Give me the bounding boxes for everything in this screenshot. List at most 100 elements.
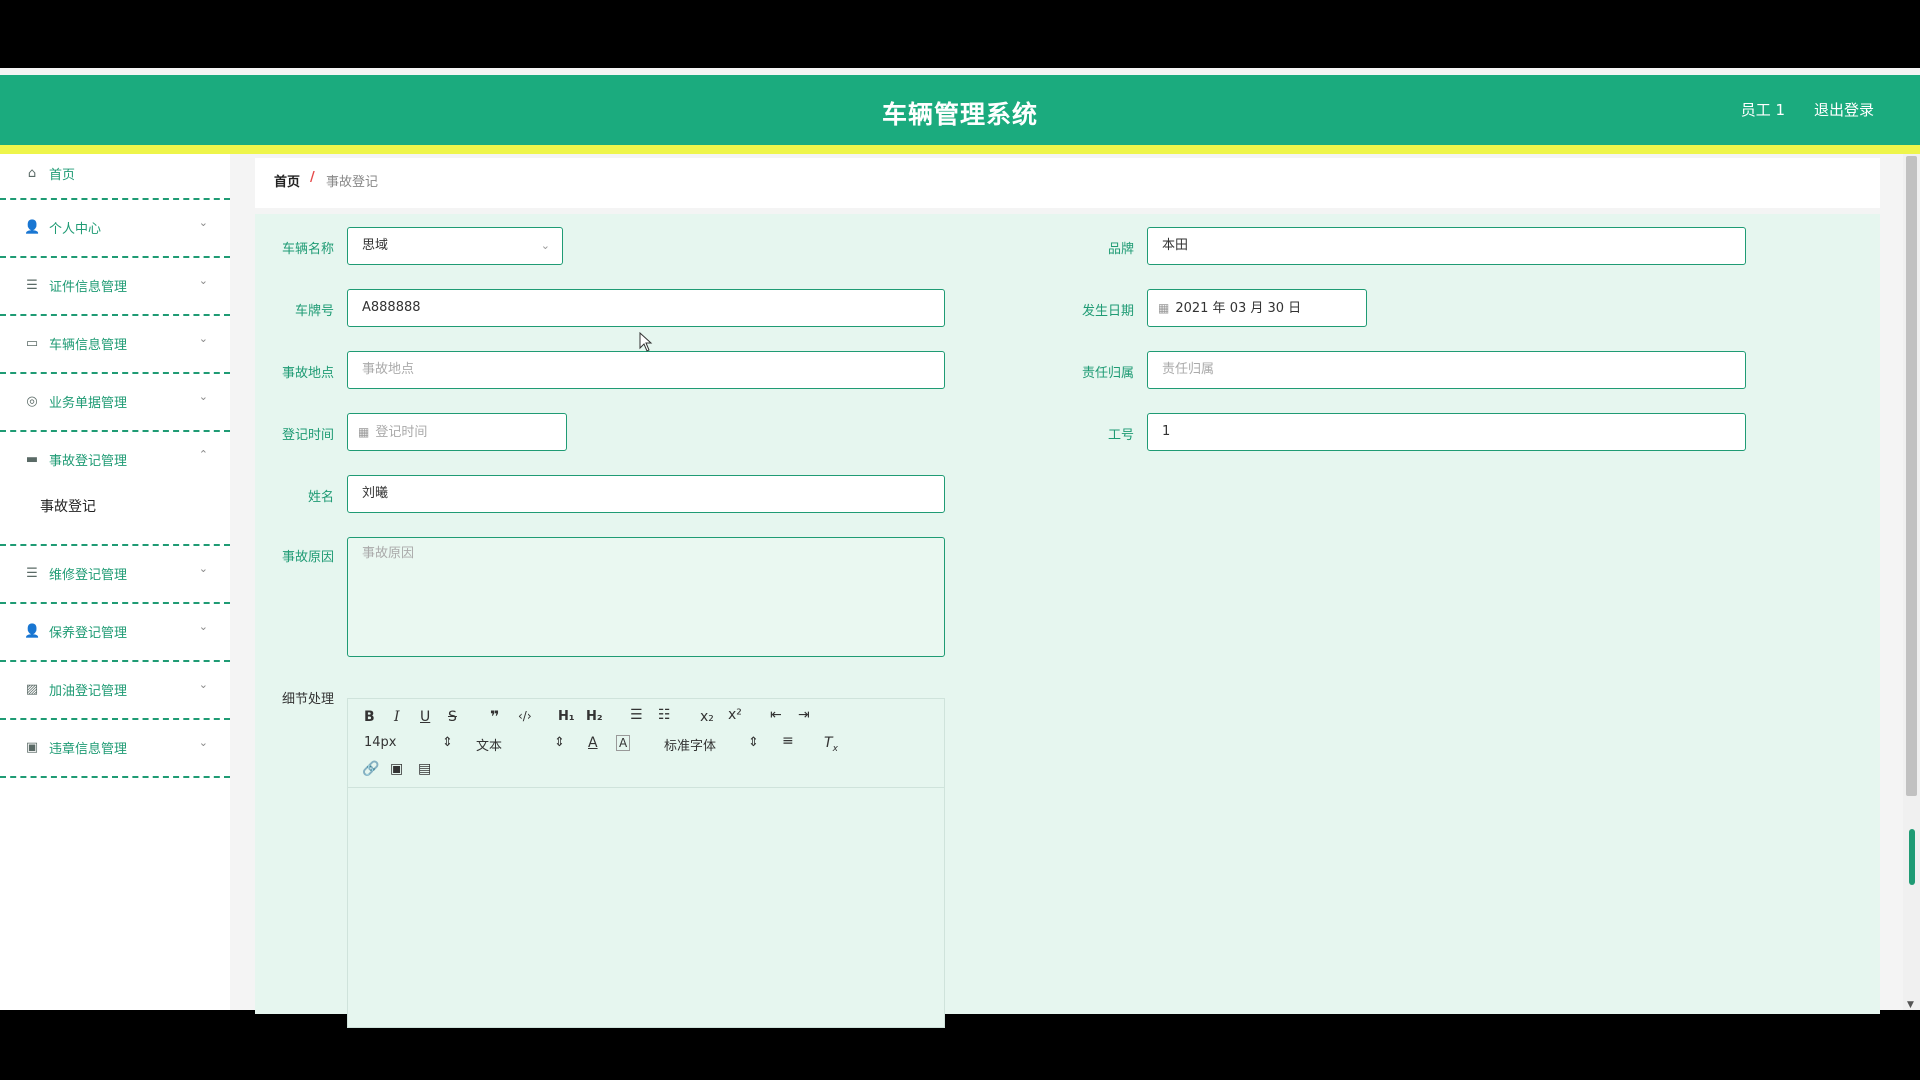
reg-time-placeholder: 登记时间: [375, 425, 428, 440]
breadcrumb-current: 事故登记: [326, 175, 379, 190]
bold-button[interactable]: B: [364, 709, 375, 725]
ordered-list-icon[interactable]: ☰: [630, 707, 643, 723]
vehicle-name-select[interactable]: 思域 ⌄: [347, 227, 563, 265]
editor-content[interactable]: [348, 788, 944, 1028]
heading2-button[interactable]: H₂: [586, 709, 603, 724]
select-arrow-icon: ⇕: [748, 735, 759, 750]
clipboard-icon: ▣: [25, 740, 39, 755]
plate-input[interactable]: A888888: [347, 289, 945, 327]
blockquote-icon[interactable]: ❞: [490, 707, 499, 726]
scroll-down-arrow-icon[interactable]: ▼: [1907, 1000, 1914, 1010]
sidebar-item-accidents[interactable]: ▬ 事故登记管理 ⌃: [0, 432, 230, 488]
header-bar: 车辆管理系统 员工 1 退出登录: [0, 75, 1920, 145]
message-icon: ▬: [25, 452, 39, 467]
side-scroll-indicator[interactable]: [1909, 829, 1915, 885]
sidebar-item-label: 违章信息管理: [49, 742, 128, 757]
calendar-icon: ▦: [1158, 301, 1170, 315]
date-label: 发生日期: [1081, 304, 1134, 319]
name-label: 姓名: [307, 490, 334, 505]
superscript-button[interactable]: x²: [728, 707, 742, 723]
sidebar-submenu: 事故登记: [0, 488, 230, 546]
chevron-down-icon: ⌄: [198, 216, 208, 229]
sidebar-item-label: 事故登记管理: [49, 454, 128, 469]
heading1-button[interactable]: H₁: [558, 709, 575, 724]
detail-label: 细节处理: [281, 692, 334, 707]
app-title: 车辆管理系统: [881, 100, 1038, 129]
list-icon: ☰: [26, 278, 38, 293]
font-color-icon[interactable]: A: [588, 735, 598, 751]
select-arrow-icon: ⇕: [554, 735, 565, 750]
breadcrumb: 首页 / 事故登记: [255, 158, 1880, 208]
cause-label: 事故原因: [281, 550, 334, 565]
chevron-up-icon: ⌃: [198, 448, 208, 461]
image-icon[interactable]: ▣: [390, 761, 403, 777]
employee-no-label: 工号: [1107, 428, 1134, 443]
vehicle-name-label: 车辆名称: [281, 242, 334, 257]
highlight-icon[interactable]: A: [616, 735, 631, 751]
responsibility-input[interactable]: 责任归属: [1147, 351, 1746, 389]
underline-button[interactable]: U: [420, 709, 430, 725]
sidebar-item-fuel[interactable]: ▨ 加油登记管理 ⌄: [0, 662, 230, 720]
align-icon[interactable]: ≡: [782, 733, 794, 749]
sidebar-item-home[interactable]: ⌂ 首页: [0, 154, 230, 200]
sidebar-item-label: 车辆信息管理: [49, 338, 128, 353]
user-icon: 👤: [24, 624, 41, 639]
compass-icon: ◎: [26, 394, 38, 409]
font-size-value: 14px: [364, 735, 397, 750]
chat-icon: ▭: [25, 336, 39, 351]
font-family-select[interactable]: 标准字体 ⇕: [664, 735, 759, 754]
sidebar-item-profile[interactable]: 👤 个人中心 ⌄: [0, 200, 230, 258]
plate-label: 车牌号: [294, 304, 334, 319]
sidebar-item-certificates[interactable]: ☰ 证件信息管理 ⌄: [0, 258, 230, 316]
user-icon: 👤: [24, 220, 41, 235]
current-user: 员工 1: [1740, 101, 1785, 119]
location-input[interactable]: 事故地点: [347, 351, 945, 389]
mouse-cursor-icon: [639, 332, 653, 352]
indent-icon[interactable]: ⇥: [798, 707, 810, 723]
code-icon[interactable]: ‹/›: [518, 709, 532, 723]
sidebar-item-repairs[interactable]: ☰ 维修登记管理 ⌄: [0, 546, 230, 604]
chevron-down-icon: ⌄: [198, 620, 208, 633]
clear-format-icon[interactable]: Tx: [824, 735, 838, 754]
sidebar-item-label: 证件信息管理: [49, 280, 128, 295]
sidebar-item-label: 业务单据管理: [49, 396, 128, 411]
chevron-down-icon: ⌄: [540, 239, 550, 252]
video-icon[interactable]: ▤: [418, 761, 431, 777]
outdent-icon[interactable]: ⇤: [770, 707, 782, 723]
sidebar-item-label: 加油登记管理: [49, 684, 128, 699]
brand-label: 品牌: [1107, 242, 1134, 257]
logout-link[interactable]: 退出登录: [1814, 99, 1874, 120]
chevron-down-icon: ⌄: [198, 274, 208, 287]
strike-button[interactable]: S: [448, 709, 457, 725]
brand-input[interactable]: 本田: [1147, 227, 1746, 265]
sidebar-item-maintenance[interactable]: 👤 保养登记管理 ⌄: [0, 604, 230, 662]
scrollbar-thumb[interactable]: [1906, 156, 1917, 796]
text-style-select[interactable]: 文本 ⇕: [476, 735, 565, 754]
calendar-icon: ▦: [358, 425, 370, 439]
location-label: 事故地点: [281, 366, 334, 381]
employee-no-input[interactable]: 1: [1147, 413, 1746, 451]
sidebar-item-documents[interactable]: ◎ 业务单据管理 ⌄: [0, 374, 230, 432]
header-accent-stripe: [0, 145, 1920, 154]
cause-textarea[interactable]: 事故原因: [347, 537, 945, 657]
font-family-value: 标准字体: [664, 739, 717, 754]
breadcrumb-home[interactable]: 首页: [274, 171, 300, 190]
name-input[interactable]: 刘曦: [347, 475, 945, 513]
text-style-value: 文本: [476, 739, 503, 754]
rich-text-editor: B I U S ❞ ‹/› H₁ H₂ ☰ ☷ x₂ x² ⇤ ⇥ 14px ⇕ …: [347, 698, 945, 1028]
italic-button[interactable]: I: [394, 709, 400, 725]
bullet-list-icon[interactable]: ☷: [658, 707, 671, 723]
sidebar-item-violations[interactable]: ▣ 违章信息管理 ⌄: [0, 720, 230, 778]
link-icon[interactable]: 🔗: [362, 761, 379, 777]
editor-toolbar: B I U S ❞ ‹/› H₁ H₂ ☰ ☷ x₂ x² ⇤ ⇥ 14px ⇕ …: [348, 699, 944, 788]
chevron-down-icon: ⌄: [198, 678, 208, 691]
sidebar-item-vehicles[interactable]: ▭ 车辆信息管理 ⌄: [0, 316, 230, 374]
font-size-select[interactable]: 14px ⇕: [364, 735, 453, 750]
select-arrow-icon: ⇕: [442, 735, 453, 750]
home-icon: ⌂: [27, 166, 37, 181]
date-picker[interactable]: ▦ 2021 年 03 月 30 日: [1147, 289, 1367, 327]
subscript-button[interactable]: x₂: [700, 709, 714, 725]
chevron-down-icon: ⌄: [198, 736, 208, 749]
reg-time-picker[interactable]: ▦ 登记时间: [347, 413, 567, 451]
sidebar-subitem-accident-register[interactable]: 事故登记: [40, 496, 96, 516]
